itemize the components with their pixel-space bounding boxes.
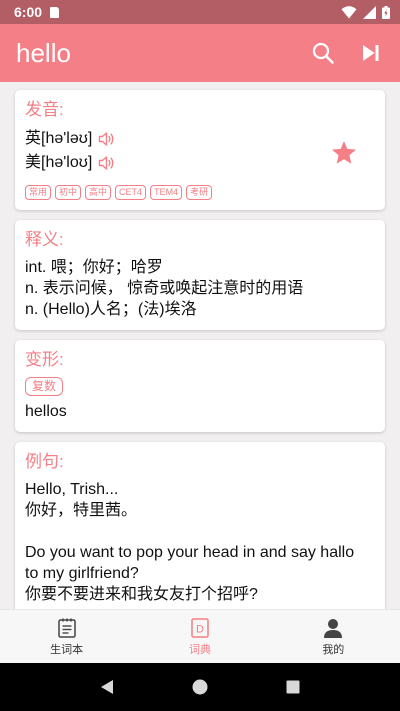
bottom-navigation: 生词本 D 词典 我的	[0, 609, 400, 663]
level-tag: CET4	[115, 185, 147, 200]
page-title: hello	[16, 37, 71, 68]
examples-title: 例句:	[25, 452, 64, 471]
nav-item-vocabulary[interactable]: 生词本	[0, 610, 133, 663]
search-button[interactable]	[310, 40, 336, 66]
recents-button[interactable]	[285, 679, 301, 695]
example-chinese: 你好，特里茜。	[25, 502, 138, 519]
example-english: to my girlfriend?	[25, 565, 139, 582]
definition-line: int. 喂；你好；哈罗	[25, 259, 163, 276]
definition-card: 释义: int. 喂；你好；哈罗 n. 表示问候， 惊奇或唤起注意时的用语 n.…	[15, 220, 385, 330]
status-icons	[341, 5, 390, 19]
home-button[interactable]	[192, 679, 208, 695]
inflection-card: 变形: 复数 hellos	[15, 340, 385, 432]
nav-item-label: 词典	[188, 643, 211, 656]
level-tags: 常用 初中 高中 CET4 TEM4 考研	[25, 185, 375, 200]
us-phonetic: 美[hə'loʊ]	[25, 154, 93, 171]
notebook-icon	[57, 618, 76, 638]
level-tag: 考研	[186, 185, 213, 200]
definition-line: n. 表示问候， 惊奇或唤起注意时的用语	[25, 280, 304, 297]
skip-next-icon	[363, 45, 379, 61]
uk-speaker-button[interactable]	[98, 131, 116, 147]
speaker-icon	[99, 132, 114, 146]
pronunciation-card: 发音: 英[hə'ləʊ] 美[hə'loʊ] 常用 初中 高中 CET4 TE…	[15, 90, 385, 210]
level-tag: 高中	[85, 185, 112, 200]
wifi-icon	[341, 5, 357, 19]
person-icon	[324, 618, 343, 638]
nav-item-profile[interactable]: 我的	[267, 610, 400, 663]
star-icon	[332, 141, 356, 164]
definition-line: n. (Hello)人名；(法)埃洛	[25, 301, 197, 318]
uk-pronunciation-row: 英[hə'ləʊ]	[25, 127, 375, 151]
app-bar: hello	[0, 24, 400, 82]
sim-card-icon	[50, 6, 60, 18]
search-icon	[312, 42, 334, 64]
speaker-icon	[99, 156, 114, 170]
us-pronunciation-row: 美[hə'loʊ]	[25, 151, 375, 175]
nav-item-dictionary[interactable]: D 词典	[133, 610, 266, 663]
status-time: 6:00	[14, 4, 43, 20]
uk-phonetic: 英[hə'ləʊ]	[25, 130, 93, 147]
nav-item-label: 我的	[322, 643, 345, 656]
nav-item-label: 生词本	[50, 643, 84, 656]
word-detail-content[interactable]: 发音: 英[hə'ləʊ] 美[hə'loʊ] 常用 初中 高中 CET4 TE…	[0, 82, 400, 609]
definition-title: 释义:	[25, 230, 64, 249]
back-triangle-icon	[100, 680, 113, 694]
level-tag: TEM4	[150, 185, 183, 200]
example-chinese: 你要不要进来和我女友打个招呼?	[25, 586, 258, 603]
pronunciation-title: 发音:	[25, 100, 64, 119]
example-english: Do you want to pop your head in and say …	[25, 544, 355, 561]
examples-card: 例句: Hello, Trish... 你好，特里茜。 Do you want …	[15, 442, 385, 609]
level-tag: 常用	[25, 185, 52, 200]
back-button[interactable]	[99, 679, 115, 695]
inflection-title: 变形:	[25, 350, 64, 369]
example-english: Hello, Trish...	[25, 481, 119, 498]
status-bar: 6:00	[0, 0, 400, 24]
svg-text:D: D	[196, 623, 204, 635]
level-tag: 初中	[55, 185, 82, 200]
skip-next-button[interactable]	[358, 40, 384, 66]
signal-icon	[363, 5, 376, 19]
system-navigation-bar	[0, 663, 400, 711]
home-circle-icon	[192, 679, 208, 695]
inflection-type-tag: 复数	[25, 377, 64, 396]
recents-square-icon	[286, 680, 300, 694]
dictionary-icon: D	[191, 617, 209, 638]
us-speaker-button[interactable]	[98, 155, 116, 171]
battery-icon	[382, 5, 390, 19]
inflection-word: hellos	[25, 403, 67, 420]
favorite-button[interactable]	[331, 140, 357, 170]
